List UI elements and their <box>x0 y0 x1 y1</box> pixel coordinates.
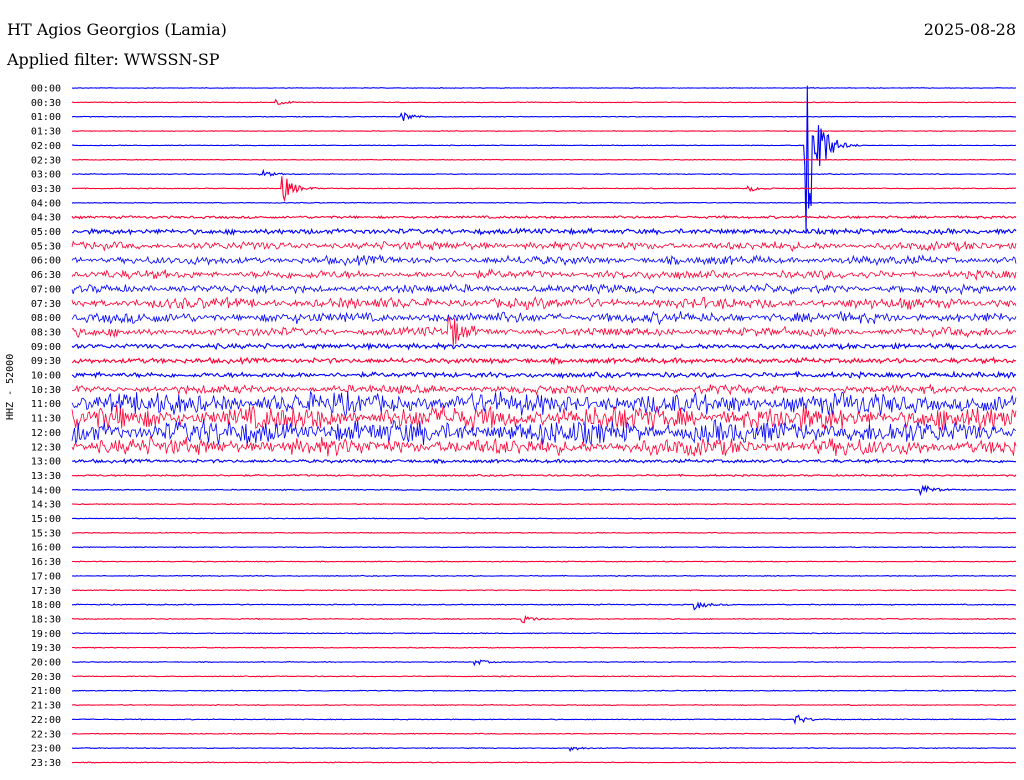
trace-line <box>71 732 1017 735</box>
row-time-label: 06:00 <box>31 256 61 267</box>
row-time-label: 03:00 <box>31 170 61 181</box>
trace-line <box>72 675 1017 678</box>
trace-line <box>71 168 1017 177</box>
trace-line <box>71 503 1017 506</box>
trace-line <box>71 714 1017 726</box>
row-time-label: 01:30 <box>31 127 61 138</box>
row-time-label: 04:00 <box>31 198 61 209</box>
trace-line <box>71 283 1017 296</box>
trace-line <box>71 761 1017 764</box>
row-time-label: 12:00 <box>31 428 61 439</box>
trace-line <box>72 601 1017 611</box>
row-time-label: 04:30 <box>31 213 61 224</box>
row-time-label: 05:30 <box>31 241 61 252</box>
trace-line <box>72 560 1017 563</box>
row-time-label: 16:30 <box>31 557 61 568</box>
trace-line <box>71 268 1017 281</box>
trace-line <box>71 239 1017 253</box>
trace-line <box>71 746 1017 753</box>
row-time-label: 12:30 <box>31 442 61 453</box>
trace-line <box>71 484 1017 497</box>
row-time-label: 19:00 <box>31 629 61 640</box>
row-time-label: 10:00 <box>31 371 61 382</box>
row-time-label: 01:00 <box>31 112 61 123</box>
row-time-label: 09:30 <box>31 356 61 367</box>
row-time-label: 16:00 <box>31 543 61 554</box>
row-time-label: 00:00 <box>31 84 61 95</box>
row-time-label: 06:30 <box>31 270 61 281</box>
row-time-label: 19:30 <box>31 643 61 654</box>
trace-line <box>71 546 1017 549</box>
row-time-label: 15:30 <box>31 528 61 539</box>
trace-line <box>71 227 1017 236</box>
row-time-label: 23:30 <box>31 758 61 769</box>
trace-line <box>71 341 1017 351</box>
row-time-label: 20:30 <box>31 672 61 683</box>
trace-line <box>71 404 1017 431</box>
row-time-label: 02:30 <box>31 155 61 166</box>
row-time-label: 13:30 <box>31 471 61 482</box>
trace-line <box>71 614 1016 624</box>
row-time-label: 22:30 <box>31 729 61 740</box>
trace-line <box>71 111 1016 121</box>
row-time-label: 11:30 <box>31 414 61 425</box>
trace-line <box>72 589 1016 592</box>
trace-line <box>71 87 1017 90</box>
row-time-label: 10:30 <box>31 385 61 396</box>
trace-line <box>71 383 1017 396</box>
row-time-label: 15:00 <box>31 514 61 525</box>
trace-line <box>71 201 1017 204</box>
trace-line <box>71 517 1017 520</box>
trace-line <box>71 310 1017 326</box>
trace-line <box>72 98 1017 106</box>
row-time-label: 22:00 <box>31 715 61 726</box>
trace-line <box>71 531 1017 534</box>
trace-line <box>71 458 1017 465</box>
row-time-label: 08:30 <box>31 327 61 338</box>
row-time-label: 14:30 <box>31 500 61 511</box>
trace-line <box>71 214 1017 220</box>
trace-line <box>71 130 1017 133</box>
trace-line <box>71 659 1016 667</box>
trace-line <box>71 646 1017 649</box>
helicorder-plot: 00:00 00:30 01:00 01:30 02:00 02:30 03:00 03:30… <box>31 84 1017 769</box>
trace-line <box>71 704 1017 707</box>
trace-line <box>71 370 1017 380</box>
row-time-label: 18:30 <box>31 614 61 625</box>
row-time-label: 17:30 <box>31 586 61 597</box>
row-time-label: 09:00 <box>31 342 61 353</box>
row-time-label: 18:00 <box>31 600 61 611</box>
row-time-label: 11:00 <box>31 399 61 410</box>
row-time-label: 21:30 <box>31 701 61 712</box>
trace-line <box>71 296 1017 310</box>
row-time-label: 08:00 <box>31 313 61 324</box>
seismogram-page: HT Agios Georgios (Lamia) 2025-08-28 App… <box>0 0 1024 780</box>
trace-line <box>71 473 1017 478</box>
trace-line <box>71 574 1017 577</box>
row-time-label: 07:00 <box>31 284 61 295</box>
row-time-label: 14:00 <box>31 485 61 496</box>
row-time-label: 23:00 <box>31 744 61 755</box>
row-time-label: 13:00 <box>31 457 61 468</box>
row-time-label: 21:00 <box>31 686 61 697</box>
row-time-label: 02:00 <box>31 141 61 152</box>
trace-line <box>71 632 1017 635</box>
row-time-label: 05:00 <box>31 227 61 238</box>
trace-line <box>71 356 1017 366</box>
row-time-label: 17:00 <box>31 571 61 582</box>
trace-line <box>71 689 1017 692</box>
row-time-label: 00:30 <box>31 98 61 109</box>
row-time-label: 07:30 <box>31 299 61 310</box>
row-time-label: 03:30 <box>31 184 61 195</box>
trace-line <box>71 176 1016 203</box>
trace-line <box>71 158 1017 161</box>
trace-line <box>71 254 1017 267</box>
row-time-label: 20:00 <box>31 658 61 669</box>
